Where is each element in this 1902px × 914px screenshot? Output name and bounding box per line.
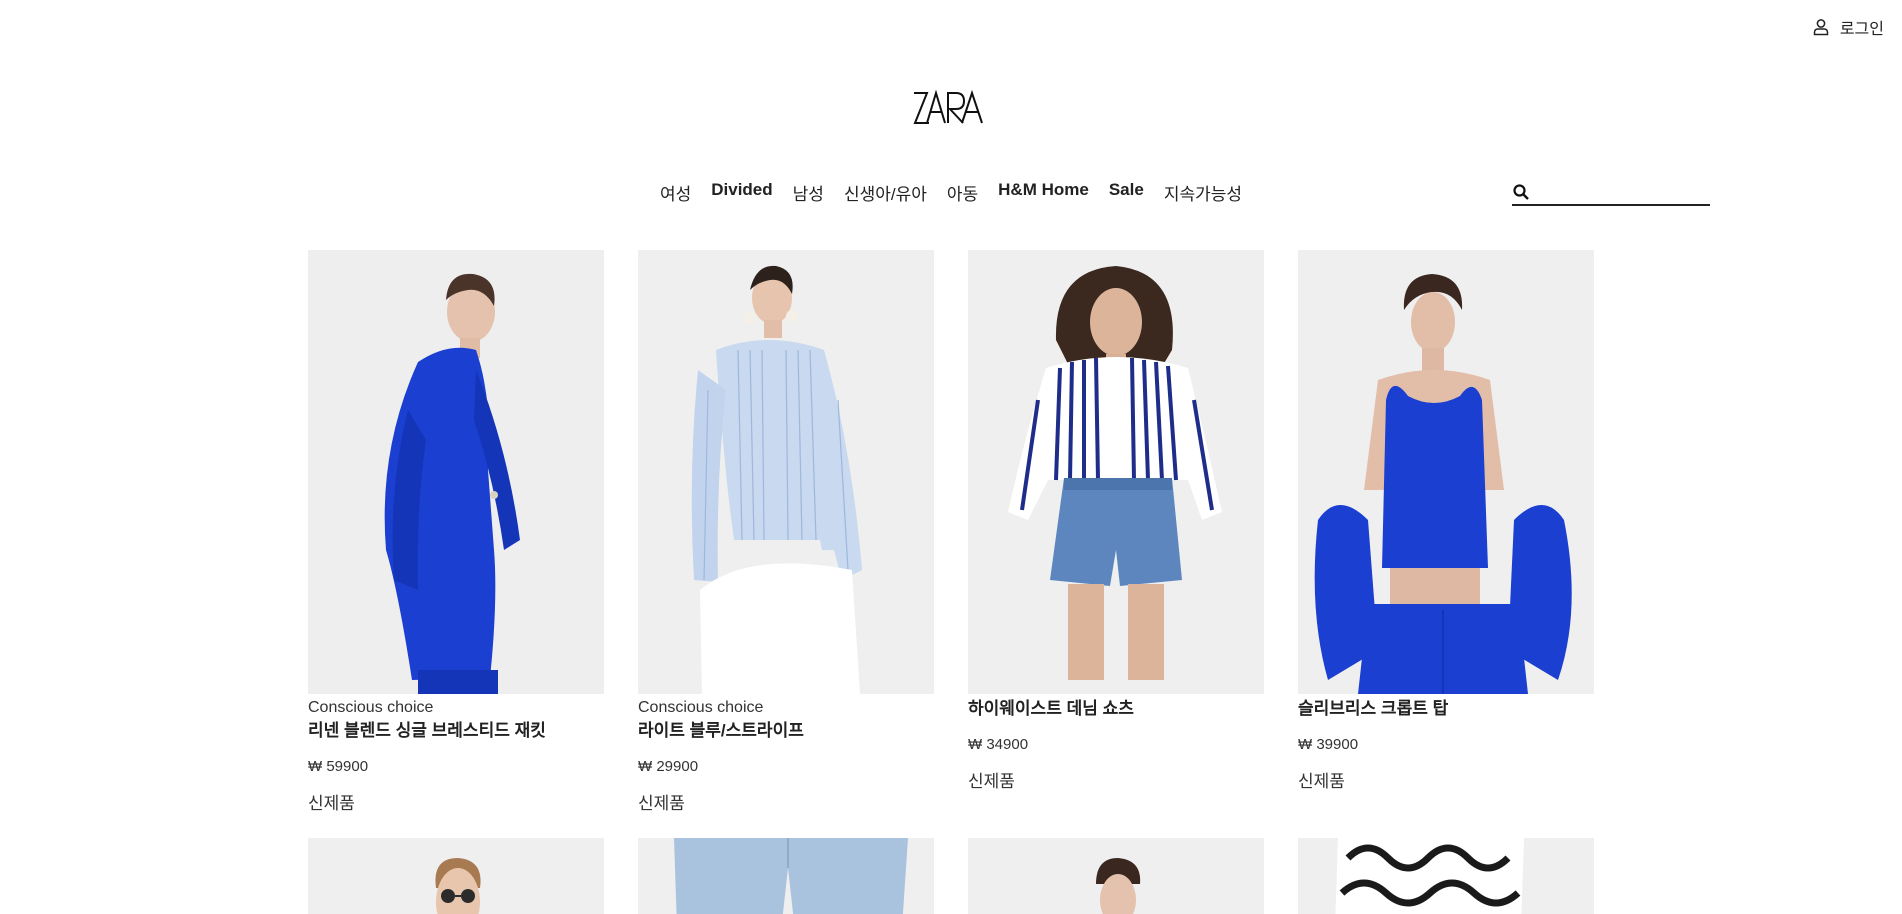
nav-item-divided[interactable]: Divided (711, 180, 772, 205)
nav-item-baby[interactable]: 신생아/유아 (844, 180, 927, 205)
zara-logo-icon (913, 89, 983, 124)
product-price: ₩ 29900 (638, 758, 699, 775)
new-badge: 신제품 (308, 794, 355, 813)
product-title[interactable]: 하이웨이스트 데님 쇼츠 (968, 697, 1264, 721)
product-title[interactable]: 리넨 블렌드 싱글 브레스티드 재킷 (308, 719, 604, 743)
product-price: ₩ 59900 (308, 758, 369, 775)
model-striped-shirt-image (638, 250, 934, 694)
product-card[interactable]: 하이웨이스트 데님 쇼츠 ₩ 34900 신제품 (968, 250, 1264, 815)
product-grid: Conscious choice 리넨 블렌드 싱글 브레스티드 재킷 ₩ 59… (308, 250, 1594, 815)
product-image-blue-blazer[interactable] (308, 250, 604, 694)
product-image[interactable] (968, 838, 1264, 914)
product-image[interactable] (308, 838, 604, 914)
nav-item-sale[interactable]: Sale (1109, 180, 1144, 205)
model-denim-shorts-image (968, 250, 1264, 694)
login-label: 로그인 (1839, 21, 1884, 38)
nav-item-kids[interactable]: 아동 (947, 180, 978, 205)
user-icon (1813, 19, 1829, 36)
search-input[interactable] (1536, 183, 1706, 201)
product-title[interactable]: 슬리브리스 크롭트 탑 (1298, 697, 1594, 721)
product-image[interactable] (638, 838, 934, 914)
model-print-dress-image (1298, 838, 1594, 914)
product-price: ₩ 39900 (1298, 736, 1359, 753)
product-card[interactable]: Conscious choice 리넨 블렌드 싱글 브레스티드 재킷 ₩ 59… (308, 250, 604, 815)
new-badge: 신제품 (968, 772, 1015, 791)
product-eyebrow: Conscious choice (308, 699, 434, 716)
product-price: ₩ 34900 (968, 736, 1029, 753)
product-card[interactable]: Conscious choice 라이트 블루/스트라이프 ₩ 29900 신제… (638, 250, 934, 815)
product-title[interactable]: 라이트 블루/스트라이프 (638, 719, 934, 743)
product-grid-row-2 (308, 838, 1594, 914)
product-image-denim-shorts[interactable] (968, 250, 1264, 694)
model-blue-blazer-image (308, 250, 604, 694)
login-button[interactable]: 로그인 (1812, 15, 1884, 39)
product-card[interactable]: 슬리브리스 크롭트 탑 ₩ 39900 신제품 (1298, 250, 1594, 815)
product-eyebrow: Conscious choice (638, 699, 764, 716)
product-image-striped-shirt[interactable] (638, 250, 934, 694)
model-portrait-image (968, 838, 1264, 914)
model-sunglasses-image (308, 838, 604, 914)
nav-item-women[interactable]: 여성 (660, 180, 691, 205)
product-image[interactable] (1298, 838, 1594, 914)
search-bar (1512, 180, 1710, 206)
product-image-blue-crop-top[interactable] (1298, 250, 1594, 694)
brand-logo[interactable] (0, 88, 1902, 136)
nav-item-men[interactable]: 남성 (793, 180, 824, 205)
nav-item-sustainability[interactable]: 지속가능성 (1164, 180, 1242, 205)
search-icon[interactable] (1512, 183, 1530, 201)
model-blue-crop-top-image (1298, 250, 1594, 694)
new-badge: 신제품 (638, 794, 685, 813)
nav-item-home[interactable]: H&M Home (998, 180, 1089, 205)
model-jeans-image (638, 838, 934, 914)
new-badge: 신제품 (1298, 772, 1345, 791)
